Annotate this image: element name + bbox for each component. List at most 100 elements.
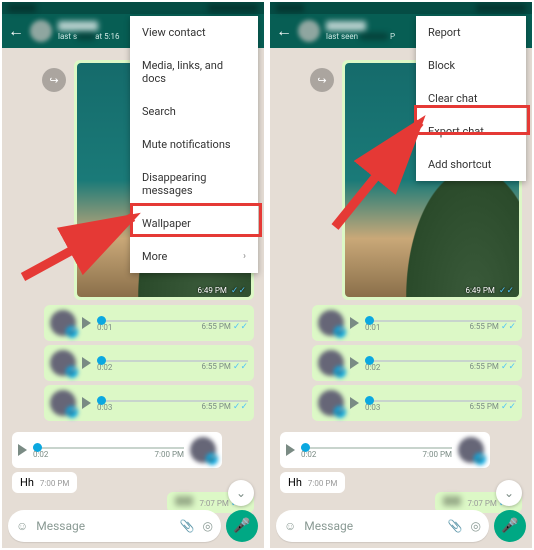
voice-timestamp: 6:55 PM✓✓	[469, 402, 516, 412]
voice-note-out[interactable]: 🎤 0:01 6:55 PM✓✓	[44, 305, 254, 341]
play-icon[interactable]	[18, 444, 27, 456]
camera-icon[interactable]: ◎	[203, 519, 213, 533]
menu-add-shortcut[interactable]: Add shortcut	[416, 148, 526, 181]
mic-icon: 🎤	[334, 326, 346, 338]
back-icon[interactable]: ←	[8, 21, 24, 41]
voice-avatar: 🎤	[190, 437, 216, 463]
voice-track[interactable]: 0:03 6:55 PM✓✓	[365, 396, 516, 410]
menu-more[interactable]: More›	[130, 240, 258, 273]
voice-note-out[interactable]: 🎤 0:01 6:55 PM✓✓	[312, 305, 522, 341]
forward-icon[interactable]: ↪	[42, 68, 66, 92]
voice-track[interactable]: 0:03 6:55 PM✓✓	[97, 396, 248, 410]
voice-note-out[interactable]: 🎤 0:03 6:55 PM✓✓	[44, 385, 254, 421]
voice-avatar: 🎤	[50, 310, 76, 336]
overflow-menu: View contact Media, links, and docs Sear…	[130, 16, 258, 273]
voice-track[interactable]: 0:01 6:55 PM✓✓	[365, 316, 516, 330]
message-text	[175, 496, 193, 506]
voice-track[interactable]: 0:02 7:00 PM	[33, 443, 184, 457]
voice-duration: 0:02	[33, 450, 48, 459]
menu-search[interactable]: Search	[130, 95, 258, 128]
contact-avatar[interactable]	[30, 20, 52, 42]
voice-track[interactable]: 0:02 6:55 PM✓✓	[97, 356, 248, 370]
image-timestamp: 6:49 PM ✓✓	[465, 286, 514, 296]
menu-mute[interactable]: Mute notifications	[130, 128, 258, 161]
voice-note-out[interactable]: 🎤 0:02 6:55 PM✓✓	[44, 345, 254, 381]
message-input[interactable]: ☺ Message 📎 ◎	[8, 510, 221, 542]
voice-avatar: 🎤	[318, 350, 344, 376]
voice-track[interactable]: 0:01 6:55 PM✓✓	[97, 316, 248, 330]
scroll-down-button[interactable]: ⌄	[228, 480, 254, 506]
play-icon[interactable]	[350, 397, 359, 409]
mic-button[interactable]: 🎤	[226, 510, 258, 542]
status-bar	[270, 2, 532, 14]
menu-block[interactable]: Block	[416, 49, 526, 82]
voice-timestamp: 6:55 PM✓✓	[201, 362, 248, 372]
play-icon[interactable]	[286, 444, 295, 456]
voice-duration: 0:01	[97, 323, 112, 332]
voice-track[interactable]: 0:02 7:00 PM	[301, 443, 452, 457]
camera-icon[interactable]: ◎	[471, 519, 481, 533]
mic-icon: 🎤	[501, 518, 518, 534]
text-message-in[interactable]: Hh 7:00 PM	[12, 472, 77, 493]
menu-media[interactable]: Media, links, and docs	[130, 49, 258, 95]
voice-timestamp: 6:55 PM✓✓	[469, 322, 516, 332]
menu-view-contact[interactable]: View contact	[130, 16, 258, 49]
emoji-icon[interactable]: ☺	[16, 519, 28, 533]
voice-duration: 0:02	[365, 363, 380, 372]
message-timestamp: 7:00 PM	[40, 479, 69, 488]
menu-export-chat[interactable]: Export chat	[416, 115, 526, 148]
message-text: Hh	[288, 476, 302, 489]
contact-status: last seen P	[326, 33, 395, 41]
voice-duration: 0:03	[365, 403, 380, 412]
mic-button[interactable]: 🎤	[494, 510, 526, 542]
forward-icon[interactable]: ↪	[310, 68, 334, 92]
phone-right: ← last seen P Report Block Clear chat Ex…	[270, 2, 532, 548]
menu-wallpaper[interactable]: Wallpaper	[130, 207, 258, 240]
attach-icon[interactable]: 📎	[180, 519, 195, 533]
input-bar: ☺ Message 📎 ◎ 🎤	[276, 510, 526, 542]
voice-note-in[interactable]: 0:02 7:00 PM 🎤	[12, 432, 222, 468]
attach-icon[interactable]: 📎	[448, 519, 463, 533]
contact-name	[326, 21, 366, 31]
menu-disappearing[interactable]: Disappearing messages	[130, 161, 258, 207]
mic-icon: 🎤	[233, 518, 250, 534]
voice-note-in[interactable]: 0:02 7:00 PM 🎤	[280, 432, 490, 468]
voice-track[interactable]: 0:02 6:55 PM✓✓	[365, 356, 516, 370]
voice-avatar: 🎤	[50, 350, 76, 376]
contact-avatar[interactable]	[298, 20, 320, 42]
chevron-down-icon: ⌄	[504, 486, 514, 500]
message-text: Hh	[20, 476, 34, 489]
voice-avatar: 🎤	[50, 390, 76, 416]
scroll-down-button[interactable]: ⌄	[496, 480, 522, 506]
input-bar: ☺ Message 📎 ◎ 🎤	[8, 510, 258, 542]
voice-note-out[interactable]: 🎤 0:02 6:55 PM✓✓	[312, 345, 522, 381]
menu-report[interactable]: Report	[416, 16, 526, 49]
emoji-icon[interactable]: ☺	[284, 519, 296, 533]
voice-note-out[interactable]: 🎤 0:03 6:55 PM✓✓	[312, 385, 522, 421]
mic-icon: 🎤	[334, 406, 346, 418]
image-timestamp: 6:49 PM ✓✓	[197, 286, 246, 296]
message-input[interactable]: ☺ Message 📎 ◎	[276, 510, 489, 542]
mic-icon: 🎤	[206, 453, 218, 465]
menu-clear-chat[interactable]: Clear chat	[416, 82, 526, 115]
voice-avatar: 🎤	[458, 437, 484, 463]
voice-timestamp: 6:55 PM✓✓	[201, 402, 248, 412]
voice-avatar: 🎤	[318, 310, 344, 336]
voice-timestamp: 6:55 PM✓✓	[469, 362, 516, 372]
voice-avatar: 🎤	[318, 390, 344, 416]
mic-icon: 🎤	[66, 406, 78, 418]
overflow-submenu: Report Block Clear chat Export chat Add …	[416, 16, 526, 181]
play-icon[interactable]	[350, 357, 359, 369]
text-message-in[interactable]: Hh 7:00 PM	[280, 472, 345, 493]
header-text[interactable]: last seen P	[326, 21, 395, 41]
voice-timestamp: 6:55 PM✓✓	[201, 322, 248, 332]
play-icon[interactable]	[350, 317, 359, 329]
phone-left: ← last sat 5:16 View contact Media, link…	[2, 2, 264, 548]
mic-icon: 🎤	[66, 366, 78, 378]
play-icon[interactable]	[82, 317, 91, 329]
play-icon[interactable]	[82, 397, 91, 409]
play-icon[interactable]	[82, 357, 91, 369]
mic-icon: 🎤	[66, 326, 78, 338]
back-icon[interactable]: ←	[276, 21, 292, 41]
header-text[interactable]: last sat 5:16	[58, 21, 120, 41]
